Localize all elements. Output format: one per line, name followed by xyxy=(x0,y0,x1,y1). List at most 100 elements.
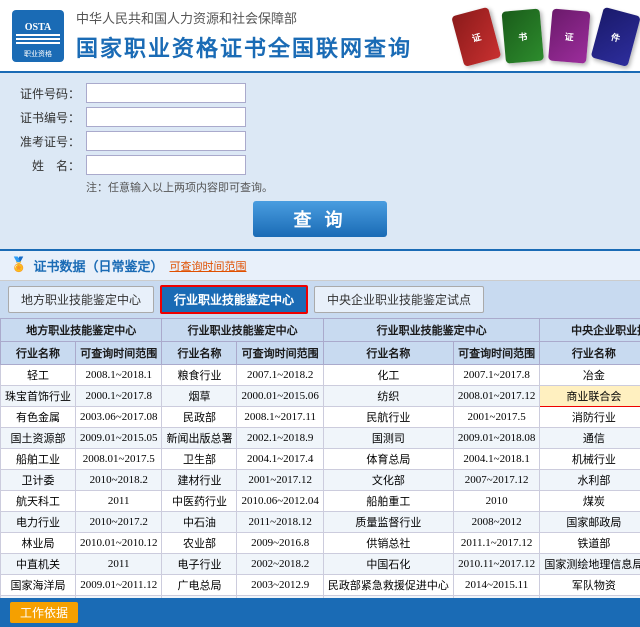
col-group-industry2: 行业职业技能鉴定中心 xyxy=(323,319,539,342)
table-cell: 船舶重工 xyxy=(323,491,453,512)
cert-icon: 🏅 xyxy=(10,257,27,274)
table-cell: 2004.1~2018.1 xyxy=(453,449,539,470)
col-industry-name-3: 行业名称 xyxy=(323,342,453,365)
tab-local[interactable]: 地方职业技能鉴定中心 xyxy=(8,286,154,313)
card-green: 书 xyxy=(502,8,544,63)
col-industry-name-2: 行业名称 xyxy=(162,342,237,365)
col-industry-name-4: 行业名称 xyxy=(540,342,640,365)
table-cell: 机械行业 xyxy=(540,449,640,470)
table-cell: 2008~2012 xyxy=(453,512,539,533)
table-cell: 铁道部 xyxy=(540,533,640,554)
table-cell: 消防行业 xyxy=(540,407,640,428)
table-cell: 电子行业 xyxy=(162,554,237,575)
field-label-name: 姓 名： xyxy=(20,157,80,174)
col-group-local: 地方职业技能鉴定中心 xyxy=(1,319,162,342)
table-cell: 新闻出版总署 xyxy=(162,428,237,449)
table-row: 中直机关2011电子行业2002~2018.2中国石化2010.11~2017.… xyxy=(1,554,640,575)
tab-central[interactable]: 中央企业职业技能鉴定试点 xyxy=(314,286,484,313)
table-cell: 林业局 xyxy=(1,533,76,554)
table-cell: 供销总社 xyxy=(323,533,453,554)
table-cell: 国家海洋局 xyxy=(1,575,76,596)
field-label-id: 证件号码： xyxy=(20,85,80,102)
table-cell: 2002.1~2018.9 xyxy=(237,428,323,449)
search-form-section: 证件号码： 证书编号： 准考证号： 姓 名： 注：任意输入以上两项内容即可查询。… xyxy=(0,73,640,249)
table-cell: 2003.06~2017.08 xyxy=(76,407,162,428)
page-header: OSTA 职业资格 中华人民共和国人力资源和社会保障部 国家职业资格证书全国联网… xyxy=(0,0,640,73)
table-cell: 2010 xyxy=(453,491,539,512)
card-blue: 件 xyxy=(591,6,640,66)
table-cell: 2007.1~2018.2 xyxy=(237,365,323,386)
field-row-name: 姓 名： xyxy=(20,155,620,175)
data-table: 地方职业技能鉴定中心 行业职业技能鉴定中心 行业职业技能鉴定中心 中央企业职业技… xyxy=(0,318,640,598)
table-cell: 卫计委 xyxy=(1,470,76,491)
table-cell: 商业联合会 xyxy=(540,386,640,407)
ministry-name: 中华人民共和国人力资源和社会保障部 xyxy=(76,8,412,27)
card-purple: 证 xyxy=(548,8,590,63)
table-cell: 2010.06~2012.04 xyxy=(237,491,323,512)
col-industry-name-1: 行业名称 xyxy=(1,342,76,365)
table-cell: 2002~2018.2 xyxy=(237,554,323,575)
field-row-id: 证件号码： xyxy=(20,83,620,103)
table-cell: 2007~2017.12 xyxy=(453,470,539,491)
table-cell: 2009~2016.8 xyxy=(237,533,323,554)
svg-text:职业资格: 职业资格 xyxy=(24,49,52,58)
table-cell: 文化部 xyxy=(323,470,453,491)
table-cell: 2011.1~2017.12 xyxy=(453,533,539,554)
table-cell: 国家测绘地理信息局 xyxy=(540,554,640,575)
table-cell: 民航行业 xyxy=(323,407,453,428)
table-row: 电力行业2010~2017.2中石油2011~2018.12质量监督行业2008… xyxy=(1,512,640,533)
table-cell: 农业部 xyxy=(162,533,237,554)
card-red: 证 xyxy=(451,6,501,66)
table-cell: 有色金属 xyxy=(1,407,76,428)
work-basis-button[interactable]: 工作依据 xyxy=(10,602,78,623)
cert-input[interactable] xyxy=(86,107,246,127)
table-header-row: 地方职业技能鉴定中心 行业职业技能鉴定中心 行业职业技能鉴定中心 中央企业职业技… xyxy=(1,319,640,342)
exam-input[interactable] xyxy=(86,131,246,151)
table-cell: 轻工 xyxy=(1,365,76,386)
footer-bar: 工作依据 xyxy=(0,598,640,627)
id-input[interactable] xyxy=(86,83,246,103)
table-row: 船舶工业2008.01~2017.5卫生部2004.1~2017.4体育总局20… xyxy=(1,449,640,470)
form-fields: 证件号码： 证书编号： 准考证号： 姓 名： 注：任意输入以上两项内容即可查询。… xyxy=(20,83,620,237)
table-cell: 2009.01~2011.12 xyxy=(76,575,162,596)
table-cell: 2010~2018.2 xyxy=(76,470,162,491)
col-time-range-2: 可查询时间范围 xyxy=(237,342,323,365)
table-cell: 2001~2017.12 xyxy=(237,470,323,491)
table-cell: 国测司 xyxy=(323,428,453,449)
search-button[interactable]: 查 询 xyxy=(253,201,386,237)
table-cell: 中直机关 xyxy=(1,554,76,575)
table-subheader-row: 行业名称 可查询时间范围 行业名称 可查询时间范围 行业名称 可查询时间范围 行… xyxy=(1,342,640,365)
tab-industry[interactable]: 行业职业技能鉴定中心 xyxy=(160,285,308,314)
svg-text:OSTA: OSTA xyxy=(25,22,52,33)
table-row: 航天科工2011中医药行业2010.06~2012.04船舶重工2010煤炭20… xyxy=(1,491,640,512)
table-cell: 通信 xyxy=(540,428,640,449)
table-row: 珠宝首饰行业2000.1~2017.8烟草2000.01~2015.06纺织20… xyxy=(1,386,640,407)
table-cell: 卫生部 xyxy=(162,449,237,470)
certificate-cards: 证 书 证 件 xyxy=(464,10,628,62)
table-cell: 航天科工 xyxy=(1,491,76,512)
table-cell: 军队物资 xyxy=(540,575,640,596)
table-cell: 珠宝首饰行业 xyxy=(1,386,76,407)
table-cell: 2008.1~2018.1 xyxy=(76,365,162,386)
table-cell: 2008.1~2017.11 xyxy=(237,407,323,428)
table-cell: 2008.01~2017.12 xyxy=(453,386,539,407)
cert-time-range-link[interactable]: 可查询时间范围 xyxy=(169,258,246,274)
name-input[interactable] xyxy=(86,155,246,175)
table-cell: 民政部 xyxy=(162,407,237,428)
table-cell: 2009.01~2018.08 xyxy=(453,428,539,449)
table-cell: 民政部紧急救援促进中心 xyxy=(323,575,453,596)
field-label-cert: 证书编号： xyxy=(20,109,80,126)
table-cell: 2000.01~2015.06 xyxy=(237,386,323,407)
header-text: 中华人民共和国人力资源和社会保障部 国家职业资格证书全国联网查询 xyxy=(76,8,412,63)
table-row: 卫计委2010~2018.2建材行业2001~2017.12文化部2007~20… xyxy=(1,470,640,491)
table-cell: 广电总局 xyxy=(162,575,237,596)
field-row-exam: 准考证号： xyxy=(20,131,620,151)
table-cell: 2010.01~2010.12 xyxy=(76,533,162,554)
table-cell: 质量监督行业 xyxy=(323,512,453,533)
table-cell: 纺织 xyxy=(323,386,453,407)
table-cell: 2009.01~2015.05 xyxy=(76,428,162,449)
table-cell: 电力行业 xyxy=(1,512,76,533)
table-cell: 2003~2012.9 xyxy=(237,575,323,596)
form-note: 注：任意输入以上两项内容即可查询。 xyxy=(86,179,620,195)
table-row: 林业局2010.01~2010.12农业部2009~2016.8供销总社2011… xyxy=(1,533,640,554)
